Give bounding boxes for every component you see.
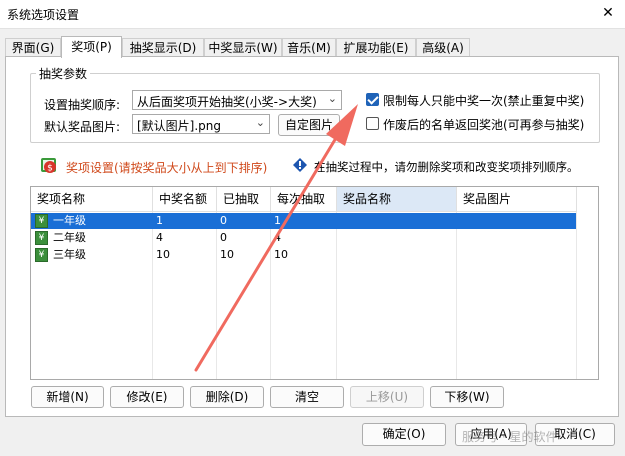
order-select[interactable]: 从后面奖项开始抽奖(小奖->大奖) ⌄ <box>132 90 342 110</box>
prize-icon: ¥ <box>35 214 48 228</box>
cell-per-draw: 4 <box>274 231 281 244</box>
limit-once-label: 限制每人只能中奖一次(禁止重复中奖) <box>383 94 585 108</box>
cell-quota: 1 <box>156 214 163 227</box>
limit-once-checkbox[interactable] <box>366 93 379 106</box>
table-row[interactable]: ¥ 二年级 4 0 4 <box>31 230 576 246</box>
prize-notice: 在抽奖过程中，请勿删除奖项和改变奖项排列顺序。 <box>314 160 579 174</box>
info-icon <box>293 158 307 172</box>
edit-button[interactable]: 修改(E) <box>110 386 184 408</box>
gift-icon: $ <box>41 158 56 174</box>
svg-text:$: $ <box>47 164 53 174</box>
image-select-value: [默认图片].png <box>137 119 222 133</box>
cell-image <box>457 213 460 229</box>
cell-per-draw: 10 <box>274 248 288 261</box>
column-header[interactable]: 每次抽取 <box>271 187 337 212</box>
order-select-value: 从后面奖项开始抽奖(小奖->大奖) <box>137 95 317 109</box>
image-label: 默认奖品图片: <box>44 120 121 134</box>
column-header[interactable]: 奖品名称 <box>337 187 457 212</box>
cell-prize <box>337 230 340 246</box>
cell-name: 二年级 <box>53 231 86 244</box>
order-label: 设置抽奖顺序: <box>44 98 121 112</box>
tab-extensions[interactable]: 扩展功能(E) <box>336 38 416 57</box>
cell-image <box>457 230 460 246</box>
move-down-button[interactable]: 下移(W) <box>430 386 504 408</box>
cell-drawn: 0 <box>220 214 227 227</box>
cell-image <box>457 247 460 263</box>
watermark: 服务号 · 星的软件 <box>462 430 558 444</box>
return-pool-label: 作废后的名单返回奖池(可再参与抽奖) <box>383 118 585 132</box>
cell-quota: 4 <box>156 231 163 244</box>
column-header[interactable]: 已抽取 <box>217 187 271 212</box>
cell-name: 一年级 <box>53 214 86 227</box>
window-title: 系统选项设置 <box>7 8 80 22</box>
tab-music[interactable]: 音乐(M) <box>282 38 336 57</box>
cell-prize <box>337 247 340 263</box>
clear-button[interactable]: 清空 <box>270 386 344 408</box>
column-header[interactable]: 奖品图片 <box>457 187 577 212</box>
delete-button[interactable]: 删除(D) <box>190 386 264 408</box>
tab-winner-display[interactable]: 中奖显示(W) <box>204 38 282 57</box>
table-row[interactable]: ¥ 三年级 10 10 10 <box>31 247 576 263</box>
cell-per-draw: 1 <box>274 214 281 227</box>
column-header[interactable]: 中奖名额 <box>153 187 217 212</box>
table-row[interactable]: ¥ 一年级 1 0 1 <box>31 213 576 229</box>
title-bar: 系统选项设置 ✕ <box>0 0 625 29</box>
cell-quota: 10 <box>156 248 170 261</box>
chevron-down-icon: ⌄ <box>327 92 337 105</box>
move-up-button[interactable]: 上移(U) <box>350 386 424 408</box>
return-pool-checkbox[interactable] <box>366 117 379 130</box>
tab-draw-display[interactable]: 抽奖显示(D) <box>122 38 204 57</box>
prize-icon: ¥ <box>35 248 48 262</box>
add-button[interactable]: 新增(N) <box>31 386 104 408</box>
cell-name: 三年级 <box>53 248 86 261</box>
ok-button[interactable]: 确定(O) <box>362 423 446 446</box>
column-header[interactable]: 奖项名称 <box>31 187 153 212</box>
cell-drawn: 0 <box>220 231 227 244</box>
prize-section-title: 奖项设置(请按奖品大小从上到下排序) <box>66 161 268 175</box>
cell-drawn: 10 <box>220 248 234 261</box>
image-select[interactable]: [默认图片].png ⌄ <box>132 114 270 134</box>
chevron-down-icon: ⌄ <box>255 116 265 129</box>
cell-prize <box>337 213 340 229</box>
tab-prizes[interactable]: 奖项(P) <box>61 36 122 58</box>
custom-image-button[interactable]: 自定图片 <box>278 114 340 136</box>
prize-table: 奖项名称 中奖名额 已抽取 每次抽取 奖品名称 奖品图片 ¥ 一年级 1 0 1… <box>30 186 599 380</box>
prize-icon: ¥ <box>35 231 48 245</box>
tab-advanced[interactable]: 高级(A) <box>416 38 470 57</box>
draw-params-title: 抽奖参数 <box>36 65 91 82</box>
close-icon[interactable]: ✕ <box>599 4 617 22</box>
tab-interface[interactable]: 界面(G) <box>5 38 61 57</box>
